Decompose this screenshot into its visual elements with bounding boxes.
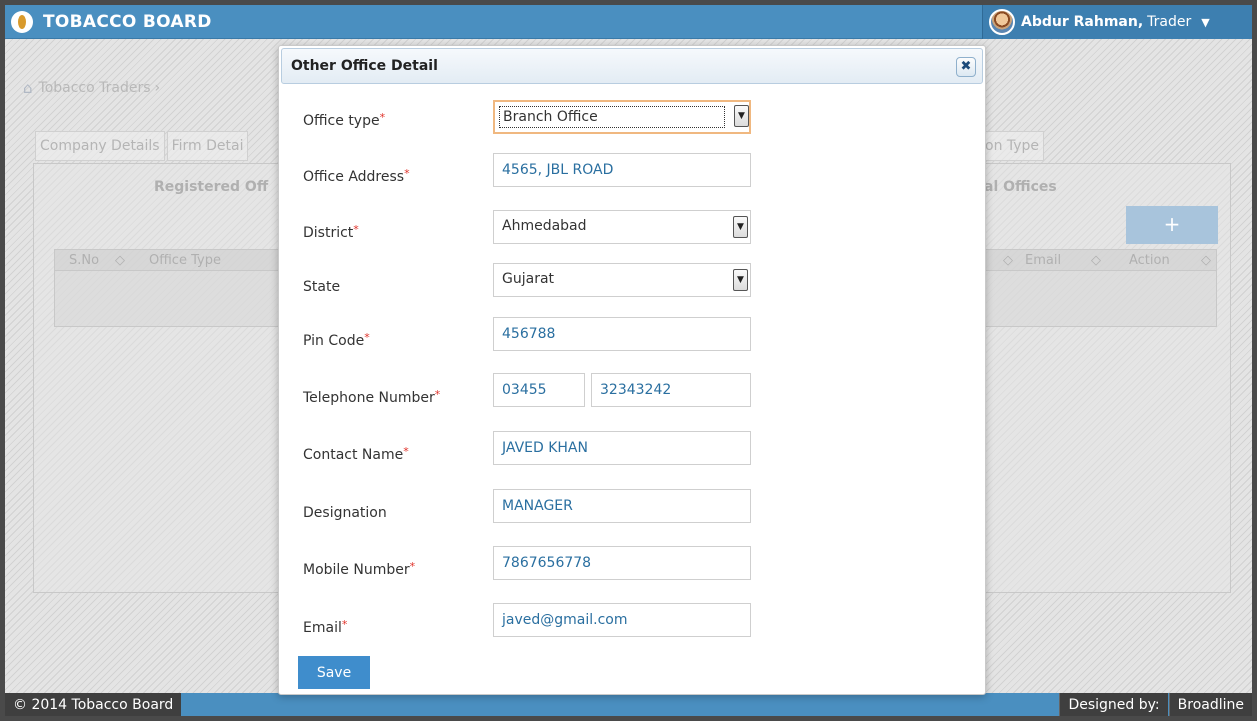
tab-firm-details[interactable]: Firm Detai bbox=[166, 131, 249, 161]
dropdown-arrow-icon[interactable]: ▼ bbox=[734, 105, 749, 127]
column-header-email[interactable]: Email bbox=[1025, 253, 1061, 268]
top-bar: TOBACCO BOARD Abdur Rahman, Trader ▼ bbox=[5, 5, 1252, 39]
registered-office-title: Registered Off bbox=[154, 179, 269, 195]
office-type-value: Branch Office bbox=[503, 109, 598, 125]
pin-code-label-text: Pin Code bbox=[303, 333, 365, 349]
office-type-select[interactable]: Branch Office ▼ bbox=[493, 100, 751, 134]
office-address-input[interactable]: 4565, JBL ROAD bbox=[493, 153, 751, 187]
designation-label: Designation bbox=[303, 505, 387, 521]
pin-code-input[interactable]: 456788 bbox=[493, 317, 751, 351]
state-select[interactable]: Gujarat ▼ bbox=[493, 263, 751, 297]
dropdown-arrow-icon[interactable]: ▼ bbox=[733, 216, 748, 238]
breadcrumb: ⌂ Tobacco Traders › bbox=[23, 79, 160, 97]
breadcrumb-separator: › bbox=[154, 80, 161, 96]
pin-code-label: Pin Code* bbox=[303, 331, 370, 349]
office-type-label: Office type* bbox=[303, 111, 386, 129]
office-type-label-text: Office type bbox=[303, 113, 380, 129]
user-name: Abdur Rahman, bbox=[1021, 14, 1144, 30]
caret-down-icon[interactable]: ▼ bbox=[1201, 16, 1209, 29]
sort-icon[interactable]: ◇ bbox=[115, 253, 125, 268]
additional-offices-title: al Offices bbox=[984, 179, 1057, 195]
close-icon[interactable]: ✖ bbox=[956, 57, 976, 77]
email-input[interactable]: javed@gmail.com bbox=[493, 603, 751, 637]
brand-title: TOBACCO BOARD bbox=[43, 11, 212, 32]
designed-by-label: Designed by: bbox=[1059, 693, 1168, 716]
designer-link[interactable]: Broadline bbox=[1168, 693, 1252, 716]
designation-input[interactable]: MANAGER bbox=[493, 489, 751, 523]
app-frame: TOBACCO BOARD Abdur Rahman, Trader ▼ ⌂ T… bbox=[5, 5, 1252, 716]
dialog-title: Other Office Detail bbox=[291, 58, 438, 74]
required-marker: * bbox=[434, 388, 441, 401]
district-label-text: District bbox=[303, 225, 354, 241]
tab-company-details[interactable]: Company Details bbox=[35, 131, 165, 161]
user-menu[interactable]: Abdur Rahman, Trader ▼ bbox=[982, 5, 1252, 39]
save-button[interactable]: Save bbox=[298, 656, 370, 689]
contact-name-input[interactable]: JAVED KHAN bbox=[493, 431, 751, 465]
column-header-action[interactable]: Action bbox=[1129, 253, 1170, 268]
district-value: Ahmedabad bbox=[502, 218, 587, 234]
tab-registration-type[interactable]: on Type bbox=[980, 131, 1045, 161]
add-office-button[interactable]: + bbox=[1126, 206, 1218, 244]
required-marker: * bbox=[353, 223, 359, 236]
sort-icon[interactable]: ◇ bbox=[1003, 253, 1013, 268]
home-icon[interactable]: ⌂ bbox=[23, 79, 33, 97]
contact-name-label: Contact Name* bbox=[303, 445, 409, 463]
user-role: Trader bbox=[1147, 14, 1192, 30]
tobacco-leaf-logo-icon bbox=[11, 10, 33, 33]
office-address-label-text: Office Address bbox=[303, 169, 405, 185]
required-marker: * bbox=[341, 618, 348, 631]
footer: © 2014 Tobacco Board Designed by: Broadl… bbox=[5, 693, 1252, 716]
footer-copyright: © 2014 Tobacco Board bbox=[5, 693, 182, 716]
required-marker: * bbox=[403, 445, 409, 458]
mobile-number-label: Mobile Number* bbox=[303, 560, 416, 578]
contact-name-label-text: Contact Name bbox=[303, 447, 404, 463]
district-label: District* bbox=[303, 223, 359, 241]
sort-icon[interactable]: ◇ bbox=[1201, 253, 1211, 268]
state-label: State bbox=[303, 279, 340, 295]
required-marker: * bbox=[364, 331, 370, 344]
designation-label-text: Designation bbox=[303, 505, 387, 521]
required-marker: * bbox=[404, 167, 410, 180]
telephone-std-code-input[interactable]: 03455 bbox=[493, 373, 585, 407]
sort-icon[interactable]: ◇ bbox=[1091, 253, 1101, 268]
office-address-label: Office Address* bbox=[303, 167, 410, 185]
dialog-header: Other Office Detail ✖ bbox=[281, 48, 983, 84]
state-value: Gujarat bbox=[502, 271, 555, 287]
required-marker: * bbox=[379, 111, 386, 124]
district-select[interactable]: Ahmedabad ▼ bbox=[493, 210, 751, 244]
tabs-row: Company Details Firm Detai bbox=[35, 131, 250, 161]
required-marker: * bbox=[409, 560, 416, 573]
column-header-office-type[interactable]: Office Type bbox=[149, 253, 221, 268]
mobile-number-input[interactable]: 7867656778 bbox=[493, 546, 751, 580]
mobile-number-label-text: Mobile Number bbox=[303, 562, 410, 578]
column-header-sno[interactable]: S.No bbox=[69, 253, 99, 268]
email-label-text: Email bbox=[303, 620, 342, 636]
dropdown-arrow-icon[interactable]: ▼ bbox=[733, 269, 748, 291]
breadcrumb-item[interactable]: Tobacco Traders bbox=[39, 80, 151, 96]
other-office-detail-dialog: Other Office Detail ✖ Office type* Branc… bbox=[278, 45, 986, 695]
telephone-number-input[interactable]: 32343242 bbox=[591, 373, 751, 407]
telephone-label: Telephone Number* bbox=[303, 388, 441, 406]
telephone-label-text: Telephone Number bbox=[303, 390, 435, 406]
email-label: Email* bbox=[303, 618, 348, 636]
footer-credits: Designed by: Broadline bbox=[1058, 693, 1252, 716]
state-label-text: State bbox=[303, 279, 341, 295]
user-avatar bbox=[989, 9, 1015, 35]
